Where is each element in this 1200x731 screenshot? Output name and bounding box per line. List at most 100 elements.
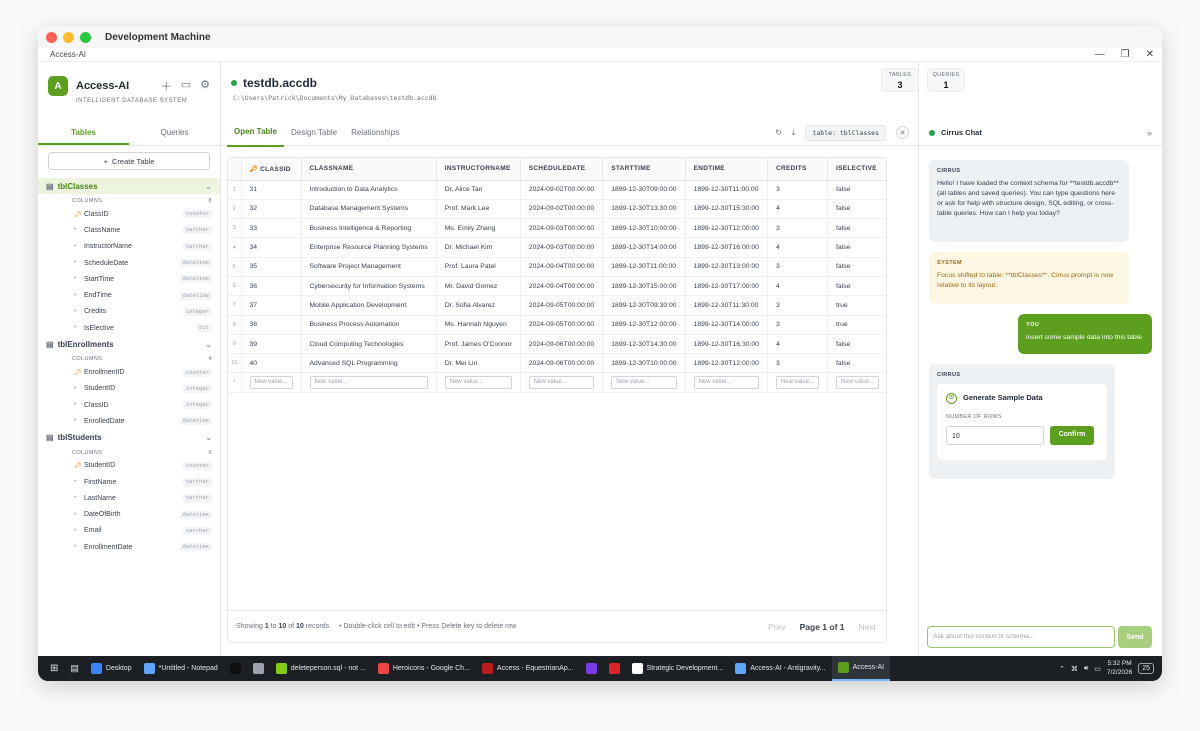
- new-value-input[interactable]: New value...: [444, 376, 512, 390]
- table-cell[interactable]: 40: [241, 353, 302, 374]
- table-row[interactable]: 3 33 Business Intelligence & Reporting Ms. …: [228, 218, 886, 239]
- table-cell[interactable]: true: [827, 315, 886, 335]
- table-cell[interactable]: 1899-12-30T09:30:00: [602, 295, 686, 316]
- table-row[interactable]: 10 40 Advanced SQL Programming Dr. Mei Lin 2…: [228, 353, 886, 374]
- table-cell[interactable]: 2024-09-05T00:00:00: [520, 315, 604, 335]
- sidebar-table-tblEnrollments[interactable]: ▤ tblEnrollments ⌄: [38, 336, 220, 352]
- download-icon[interactable]: ⤓: [792, 128, 796, 138]
- taskbar-item[interactable]: Access-AI - Antigravity...: [729, 656, 831, 681]
- table-row[interactable]: 2 32 Database Management Systems Prof. Mark…: [228, 199, 886, 220]
- table-cell[interactable]: 1899-12-30T15:30:00: [685, 199, 768, 220]
- table-cell[interactable]: Cybersecurity for Information Systems: [301, 276, 437, 297]
- close-traffic-light[interactable]: [46, 31, 57, 43]
- chat-input[interactable]: Ask about this context or schema...: [927, 626, 1115, 648]
- table-cell[interactable]: 2024-09-04T00:00:00: [520, 276, 604, 297]
- new-value-input[interactable]: New value...: [249, 376, 293, 390]
- widgets-button[interactable]: ▤: [64, 656, 85, 681]
- table-cell[interactable]: 3: [767, 315, 828, 335]
- table-cell[interactable]: 3: [767, 218, 828, 239]
- column-item[interactable]: • EnrollmentDate datetime: [38, 539, 220, 555]
- new-value-input[interactable]: New value...: [528, 376, 595, 390]
- column-item[interactable]: • IsElective bit: [38, 320, 220, 336]
- table-cell[interactable]: 1899-12-30T11:00:00: [602, 257, 686, 277]
- table-cell[interactable]: 2024-09-03T00:00:00: [520, 218, 604, 239]
- column-header[interactable]: STARTTIME: [602, 158, 686, 181]
- table-cell[interactable]: 1899-12-30T14:00:00: [602, 237, 686, 258]
- battery-icon[interactable]: ▭: [1094, 665, 1101, 673]
- table-cell[interactable]: Prof. Laura Patel: [436, 257, 521, 277]
- table-cell[interactable]: 3: [767, 257, 828, 277]
- sidebar-table-tblClasses[interactable]: ▤ tblClasses ⌄: [38, 178, 220, 194]
- tab-open-table[interactable]: Open Table: [227, 119, 284, 147]
- column-item[interactable]: • FirstName varchar: [38, 474, 220, 490]
- restore-icon[interactable]: ❐: [1121, 49, 1130, 60]
- column-item[interactable]: 🔑︎ ClassID counter: [38, 206, 220, 222]
- table-cell[interactable]: false: [827, 276, 886, 297]
- table-row[interactable]: 7 37 Mobile Application Development Dr. Sof…: [228, 295, 886, 316]
- table-cell[interactable]: 1899-12-30T14:00:00: [685, 315, 768, 335]
- table-cell[interactable]: false: [827, 334, 886, 355]
- table-cell[interactable]: 1899-12-30T10:00:00: [602, 353, 686, 374]
- column-header[interactable]: CLASSNAME: [301, 158, 437, 181]
- table-cell[interactable]: 1899-12-30T11:30:00: [685, 295, 768, 316]
- send-button[interactable]: Send: [1118, 626, 1152, 648]
- table-cell[interactable]: Prof. Mark Lee: [436, 199, 521, 220]
- column-item[interactable]: • EndTime datetime: [38, 287, 220, 303]
- table-cell[interactable]: 4: [767, 237, 828, 258]
- confirm-button[interactable]: Confirm: [1050, 425, 1094, 445]
- table-cell[interactable]: 33: [241, 218, 302, 239]
- table-cell[interactable]: 1899-12-30T12:00:00: [602, 315, 686, 335]
- network-icon[interactable]: ⌘: [1071, 665, 1078, 673]
- table-cell[interactable]: Dr. Sofia Alvarez: [436, 295, 521, 316]
- taskbar-item[interactable]: [224, 656, 247, 681]
- table-cell[interactable]: 2024-09-03T00:00:00: [520, 237, 604, 258]
- taskbar-item[interactable]: [247, 656, 270, 681]
- taskbar-item[interactable]: deleteperson.sql - not ...: [270, 656, 372, 681]
- table-cell[interactable]: 4: [767, 199, 828, 220]
- column-header[interactable]: INSTRUCTORNAME: [436, 158, 521, 181]
- column-item[interactable]: • ScheduleDate datetime: [38, 255, 220, 271]
- column-item[interactable]: • LastName varchar: [38, 490, 220, 506]
- table-cell[interactable]: 1899-12-30T16:00:00: [685, 237, 768, 258]
- column-header[interactable]: ENDTIME: [685, 158, 768, 181]
- table-cell[interactable]: 1899-12-30T11:00:00: [685, 180, 768, 200]
- table-cell[interactable]: 2024-09-06T00:00:00: [520, 353, 604, 374]
- collapse-chat-icon[interactable]: »: [1147, 128, 1152, 138]
- table-cell[interactable]: 1899-12-30T16:30:00: [685, 334, 768, 355]
- column-item[interactable]: • Credits integer: [38, 304, 220, 320]
- table-cell[interactable]: Enterprise Resource Planning Systems: [301, 237, 437, 258]
- chevron-down-icon[interactable]: ⌄: [205, 182, 212, 191]
- minimize-icon[interactable]: —: [1095, 49, 1105, 60]
- taskbar-item[interactable]: Access - EquestrianAp...: [476, 656, 580, 681]
- table-cell[interactable]: 35: [241, 257, 302, 277]
- table-cell[interactable]: 2024-09-05T00:00:00: [520, 295, 604, 316]
- table-cell[interactable]: Business Process Automation: [301, 315, 437, 335]
- table-cell[interactable]: 32: [241, 199, 302, 220]
- table-cell[interactable]: 2024-09-04T00:00:00: [520, 257, 604, 277]
- column-item[interactable]: • Email varchar: [38, 523, 220, 539]
- close-table-icon[interactable]: ✕: [896, 126, 909, 139]
- new-value-input[interactable]: New value...: [835, 376, 879, 390]
- taskbar-item[interactable]: Access-AI: [831, 656, 891, 681]
- table-cell[interactable]: 2024-09-02T00:00:00: [520, 180, 604, 200]
- column-item[interactable]: • ClassID integer: [38, 397, 220, 413]
- table-row[interactable]: 4 34 Enterprise Resource Planning Systems D…: [228, 237, 886, 258]
- taskbar-item[interactable]: Strategic Development...: [626, 656, 730, 681]
- table-cell[interactable]: Ms. Hannah Nguyen: [436, 315, 521, 335]
- table-cell[interactable]: 1899-12-30T09:00:00: [602, 180, 686, 200]
- rows-input[interactable]: 10: [946, 425, 1044, 445]
- notification-badge[interactable]: 25: [1138, 663, 1154, 674]
- column-header[interactable]: ISELECTIVE: [827, 158, 886, 181]
- table-cell[interactable]: false: [827, 180, 886, 200]
- taskbar-item[interactable]: [603, 656, 626, 681]
- table-cell[interactable]: 1899-12-30T10:00:00: [602, 218, 686, 239]
- table-cell[interactable]: Software Project Management: [301, 257, 437, 277]
- table-cell[interactable]: Dr. Mei Lin: [436, 353, 521, 374]
- plus-icon[interactable]: ＋: [161, 78, 172, 94]
- volume-icon[interactable]: 🔊︎: [1084, 665, 1088, 673]
- zoom-traffic-light[interactable]: [80, 31, 91, 43]
- tab-queries[interactable]: Queries: [129, 120, 220, 145]
- table-cell[interactable]: Advanced SQL Programming: [301, 353, 437, 374]
- taskbar-item[interactable]: *Untitled - Notepad: [138, 656, 224, 681]
- table-cell[interactable]: 1899-12-30T15:00:00: [602, 276, 686, 297]
